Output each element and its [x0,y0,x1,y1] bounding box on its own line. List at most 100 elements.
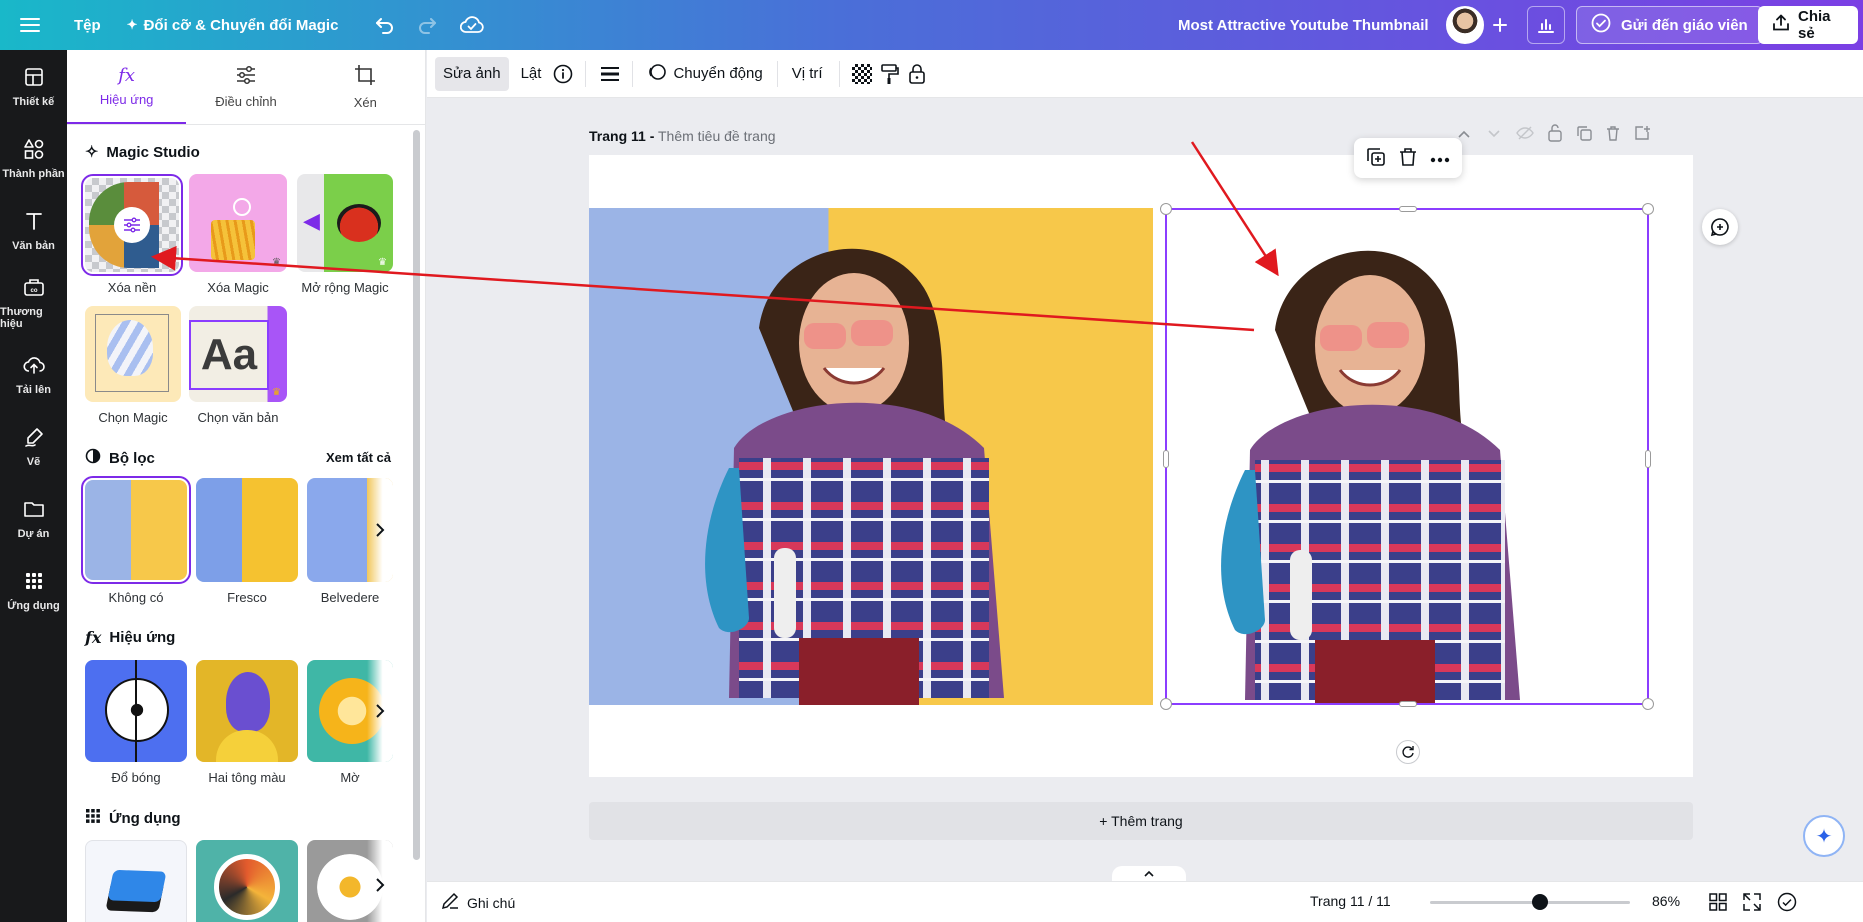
undo-icon[interactable] [364,0,406,50]
panel-scrollbar[interactable] [413,130,420,860]
effect-blur-tile[interactable] [307,660,393,762]
grab-text-tile[interactable]: Aa ♛ [189,306,287,402]
rail-item-design[interactable]: Thiết kế [0,50,67,122]
info-icon[interactable] [549,57,577,91]
delete-page-icon[interactable] [1606,125,1620,144]
resize-handle[interactable] [1642,698,1654,710]
fx-icon: fx [118,65,136,86]
app-flower-tile[interactable] [307,840,393,922]
magic-assistant-icon[interactable]: ✦ [1803,815,1845,857]
rail-item-uploads[interactable]: Tải lên [0,338,67,410]
insights-icon[interactable] [1527,6,1565,44]
page-actions [1456,124,1650,145]
grid-view-icon[interactable] [1709,893,1727,914]
tab-adjust[interactable]: Điều chỉnh [186,50,305,124]
remove-background-tile[interactable] [81,174,183,276]
design-page[interactable] [589,155,1693,777]
resize-handle[interactable] [1645,450,1651,468]
share-button[interactable]: Chia sẻ [1758,6,1858,44]
comment-icon[interactable] [1702,209,1738,245]
resize-handle[interactable] [1399,206,1417,212]
see-all-filters-link[interactable]: Xem tất cả [326,450,391,465]
resize-handle[interactable] [1399,701,1417,707]
file-menu[interactable]: Tệp [60,0,115,50]
filter-fresco-tile[interactable] [196,478,298,582]
filter-belvedere-tile[interactable] [307,478,393,582]
resize-handle[interactable] [1642,203,1654,215]
tile-label: Không có [108,590,164,605]
duplicate-icon[interactable] [1366,147,1386,170]
border-style-icon[interactable] [594,57,626,91]
hide-icon[interactable] [1516,126,1534,143]
flip-button[interactable]: Lật [513,57,550,91]
tile-label: Chọn Magic [98,410,168,425]
menu-icon[interactable] [0,0,60,50]
app-butterfly-tile[interactable] [196,840,298,922]
rail-item-elements[interactable]: Thành phần [0,122,67,194]
position-button[interactable]: Vị trí [784,57,831,91]
resize-button[interactable]: ✦ Đổi cỡ & Chuyển đổi Magic [115,0,351,50]
more-options-icon[interactable] [1430,150,1450,166]
rotate-icon[interactable] [1396,740,1420,764]
apps-icon [85,808,101,828]
chevron-right-icon[interactable] [367,660,393,762]
duplicate-page-icon[interactable] [1576,125,1592,144]
fx-icon: fx [85,628,102,647]
rail-item-text[interactable]: Văn bản [0,194,67,266]
page-header: Trang 11 - Thêm tiêu đề trang [589,128,776,144]
resize-handle[interactable] [1163,450,1169,468]
page-title-input[interactable]: Thêm tiêu đề trang [658,128,776,144]
rail-item-draw[interactable]: Vẽ [0,410,67,482]
filter-none-tile[interactable] [81,476,191,584]
redo-icon[interactable] [406,0,448,50]
avatar[interactable] [1446,6,1484,44]
lock-icon[interactable] [904,57,930,91]
magic-studio-heading: ✧ Magic Studio [85,142,200,162]
edit-photo-button[interactable]: Sửa ảnh [435,56,509,91]
tab-label: Điều chỉnh [215,94,277,109]
effect-shadow-tile[interactable] [85,660,187,762]
effect-duotone-tile[interactable] [196,660,298,762]
chevron-down-icon[interactable] [1486,127,1502,143]
check-icon[interactable] [1777,892,1797,915]
chevron-right-icon[interactable] [367,478,393,582]
zoom-slider[interactable] [1430,894,1630,910]
divider [838,60,840,87]
rail-item-apps[interactable]: Ứng dụng [0,554,67,626]
original-photo[interactable] [589,208,1153,705]
chevron-right-icon[interactable] [367,840,393,922]
collapse-pages-handle[interactable] [1112,866,1186,882]
woman-cutout-image [1221,250,1520,703]
resize-handle[interactable] [1160,698,1172,710]
tab-crop[interactable]: Xén [306,50,425,124]
tab-effects[interactable]: fx Hiệu ứng [67,50,187,124]
paint-roller-icon[interactable] [876,57,904,91]
app-layers-tile[interactable] [85,840,187,922]
page-counter[interactable]: Trang 11 / 11 [1310,893,1391,909]
add-page-icon[interactable] [1634,125,1650,144]
notes-button[interactable]: Ghi chú [441,892,515,913]
selected-cutout-photo[interactable] [1160,203,1654,710]
rail-item-projects[interactable]: Dự án [0,482,67,554]
magic-expand-tile[interactable]: ◀ ♛ [297,174,393,272]
cloud-saved-icon[interactable] [448,0,496,50]
magic-eraser-tile[interactable]: ♛ [189,174,287,272]
add-page-button[interactable]: + Thêm trang [589,802,1693,840]
top-bar: Tệp ✦ Đổi cỡ & Chuyển đổi Magic Most Att… [0,0,1863,50]
transparency-icon[interactable] [848,57,876,91]
lock-page-icon[interactable] [1548,124,1562,145]
send-to-teacher-button[interactable]: Gửi đến giáo viên [1576,6,1763,44]
magic-grab-tile[interactable] [85,306,181,402]
add-collaborator-icon[interactable] [1486,6,1514,44]
rail-item-brand[interactable]: co Thương hiệu [0,266,67,338]
animate-button[interactable]: Chuyển động [639,57,770,91]
zoom-slider-knob[interactable] [1532,894,1548,910]
document-title[interactable]: Most Attractive Youtube Thumbnail [1178,0,1429,50]
delete-icon[interactable] [1399,147,1417,170]
resize-handle[interactable] [1160,203,1172,215]
zoom-value[interactable]: 86% [1652,893,1680,909]
tile-thumb [226,672,270,732]
share-label: Chia sẻ [1798,8,1831,42]
fullscreen-icon[interactable] [1743,893,1761,914]
tile-label: Xóa nền [107,280,157,295]
